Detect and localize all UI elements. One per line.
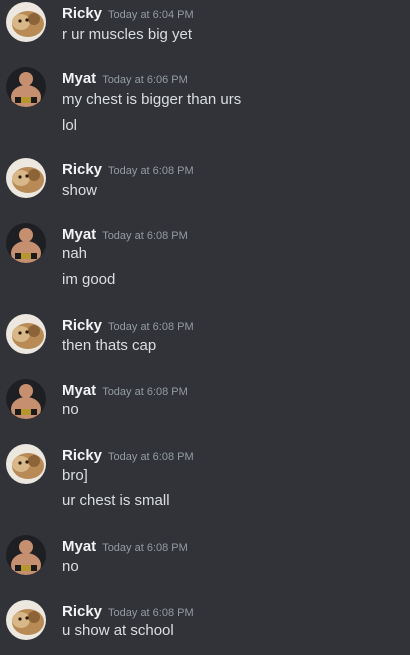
message-header: Ricky Today at 6:08 PM xyxy=(62,446,194,467)
author-name[interactable]: Myat xyxy=(62,538,96,555)
message-header: Ricky Today at 6:08 PM xyxy=(62,602,194,623)
author-name[interactable]: Ricky xyxy=(62,5,102,22)
timestamp: Today at 6:08 PM xyxy=(102,386,188,398)
author-name[interactable]: Ricky xyxy=(62,603,102,620)
author-name[interactable]: Ricky xyxy=(62,317,102,334)
myat-avatar[interactable] xyxy=(6,379,46,419)
message-text: no xyxy=(62,558,79,575)
author-name[interactable]: Ricky xyxy=(62,447,102,464)
ricky-avatar[interactable] xyxy=(6,158,46,198)
message-header: Myat Today at 6:06 PM xyxy=(62,69,188,90)
message-text: show xyxy=(62,182,98,199)
timestamp: Today at 6:04 PM xyxy=(108,9,194,21)
message-text: no xyxy=(62,401,79,418)
timestamp: Today at 6:08 PM xyxy=(102,230,188,242)
author-name[interactable]: Myat xyxy=(62,382,96,399)
timestamp: Today at 6:08 PM xyxy=(102,542,188,554)
timestamp: Today at 6:08 PM xyxy=(108,451,194,463)
author-name[interactable]: Myat xyxy=(62,70,96,87)
myat-avatar[interactable] xyxy=(6,535,46,575)
message-text: r ur muscles big yet xyxy=(62,26,193,43)
message-text: u show at school xyxy=(62,622,174,639)
message-text: im good xyxy=(62,271,116,288)
message-header: Ricky Today at 6:04 PM xyxy=(62,4,194,25)
timestamp: Today at 6:08 PM xyxy=(108,607,194,619)
message-text: then thats cap xyxy=(62,337,157,354)
myat-avatar[interactable] xyxy=(6,223,46,263)
myat-avatar[interactable] xyxy=(6,67,46,107)
ricky-avatar[interactable] xyxy=(6,600,46,640)
ricky-avatar[interactable] xyxy=(6,314,46,354)
message-header: Myat Today at 6:08 PM xyxy=(62,225,188,246)
timestamp: Today at 6:06 PM xyxy=(102,74,188,86)
timestamp: Today at 6:08 PM xyxy=(108,321,194,333)
timestamp: Today at 6:08 PM xyxy=(108,165,194,177)
message-text: my chest is bigger than urs xyxy=(62,91,242,108)
ricky-avatar[interactable] xyxy=(6,2,46,42)
message-text: lol xyxy=(62,117,78,134)
message-header: Myat Today at 6:08 PM xyxy=(62,537,188,558)
message-header: Ricky Today at 6:08 PM xyxy=(62,316,194,337)
message-text: nah xyxy=(62,245,88,262)
message-text: ur chest is small xyxy=(62,492,170,509)
message-header: Ricky Today at 6:08 PM xyxy=(62,160,194,181)
ricky-avatar[interactable] xyxy=(6,444,46,484)
author-name[interactable]: Ricky xyxy=(62,161,102,178)
message-text: bro] xyxy=(62,467,88,484)
author-name[interactable]: Myat xyxy=(62,226,96,243)
message-header: Myat Today at 6:08 PM xyxy=(62,381,188,402)
